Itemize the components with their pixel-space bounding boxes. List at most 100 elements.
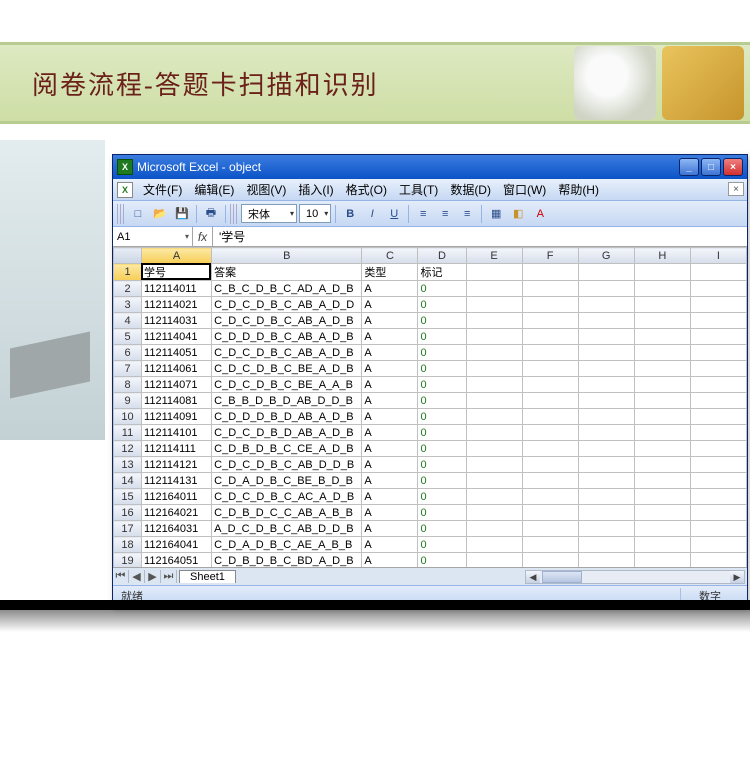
cell[interactable] bbox=[634, 409, 690, 425]
cell[interactable]: 0 bbox=[418, 553, 466, 568]
row-header[interactable]: 14 bbox=[114, 473, 142, 489]
cell[interactable] bbox=[690, 441, 746, 457]
cell[interactable] bbox=[634, 537, 690, 553]
cell[interactable] bbox=[634, 457, 690, 473]
bold-button[interactable]: B bbox=[340, 204, 360, 224]
cell[interactable]: A bbox=[362, 505, 418, 521]
cell[interactable] bbox=[466, 393, 522, 409]
cell[interactable]: 标记 bbox=[418, 264, 466, 281]
cell[interactable]: 112114091 bbox=[142, 409, 212, 425]
cell[interactable] bbox=[522, 329, 578, 345]
cell[interactable]: C_D_A_D_B_C_AE_A_B_B bbox=[212, 537, 362, 553]
cell[interactable]: 112114051 bbox=[142, 345, 212, 361]
cell[interactable] bbox=[466, 345, 522, 361]
cell[interactable] bbox=[522, 537, 578, 553]
fillcolor-button[interactable]: ◧ bbox=[508, 204, 528, 224]
cell[interactable]: 0 bbox=[418, 377, 466, 393]
row-header[interactable]: 5 bbox=[114, 329, 142, 345]
borders-button[interactable]: ▦ bbox=[486, 204, 506, 224]
cell[interactable] bbox=[522, 345, 578, 361]
hscrollbar[interactable]: ◀ ▶ bbox=[525, 570, 745, 584]
menu-window[interactable]: 窗口(W) bbox=[497, 179, 552, 200]
cell[interactable]: C_D_B_D_C_C_AB_A_B_B bbox=[212, 505, 362, 521]
cell[interactable] bbox=[466, 489, 522, 505]
cell[interactable]: 0 bbox=[418, 425, 466, 441]
cell[interactable] bbox=[690, 297, 746, 313]
cell[interactable]: 112114031 bbox=[142, 313, 212, 329]
cell[interactable] bbox=[634, 441, 690, 457]
col-header[interactable]: E bbox=[466, 248, 522, 264]
cell[interactable]: C_D_C_D_B_C_BE_A_D_B bbox=[212, 361, 362, 377]
cell[interactable] bbox=[466, 521, 522, 537]
menu-data[interactable]: 数据(D) bbox=[444, 179, 497, 200]
cell[interactable]: 0 bbox=[418, 521, 466, 537]
cell[interactable]: A bbox=[362, 441, 418, 457]
cell[interactable] bbox=[690, 361, 746, 377]
cell[interactable] bbox=[690, 409, 746, 425]
menu-tools[interactable]: 工具(T) bbox=[393, 179, 444, 200]
open-button[interactable]: 📂 bbox=[150, 204, 170, 224]
cell[interactable] bbox=[690, 425, 746, 441]
cell[interactable]: 0 bbox=[418, 441, 466, 457]
cell[interactable]: 答案 bbox=[212, 264, 362, 281]
cell[interactable] bbox=[634, 505, 690, 521]
cell[interactable]: 0 bbox=[418, 281, 466, 297]
cell[interactable] bbox=[690, 329, 746, 345]
cell[interactable] bbox=[466, 457, 522, 473]
cell[interactable]: 0 bbox=[418, 409, 466, 425]
fontcolor-button[interactable]: A bbox=[530, 204, 550, 224]
menu-format[interactable]: 格式(O) bbox=[340, 179, 393, 200]
cell[interactable] bbox=[690, 521, 746, 537]
sheet-tab[interactable]: Sheet1 bbox=[179, 570, 236, 583]
cell[interactable] bbox=[522, 393, 578, 409]
cell[interactable] bbox=[690, 489, 746, 505]
cell[interactable] bbox=[578, 345, 634, 361]
cell[interactable] bbox=[466, 281, 522, 297]
cell[interactable]: A bbox=[362, 345, 418, 361]
cell[interactable] bbox=[578, 553, 634, 568]
col-header[interactable]: H bbox=[634, 248, 690, 264]
cell[interactable]: 学号 bbox=[142, 264, 212, 281]
row-header[interactable]: 4 bbox=[114, 313, 142, 329]
cell[interactable]: C_D_C_D_B_D_AB_A_D_B bbox=[212, 425, 362, 441]
cell[interactable]: 112114061 bbox=[142, 361, 212, 377]
toolbar-grip-icon[interactable] bbox=[230, 204, 237, 224]
cell[interactable] bbox=[578, 425, 634, 441]
cell[interactable] bbox=[466, 313, 522, 329]
cell[interactable]: A bbox=[362, 473, 418, 489]
cell[interactable] bbox=[466, 537, 522, 553]
cell[interactable]: 0 bbox=[418, 473, 466, 489]
cell[interactable]: A bbox=[362, 313, 418, 329]
cell[interactable]: 112164051 bbox=[142, 553, 212, 568]
cell[interactable]: 0 bbox=[418, 297, 466, 313]
cell[interactable] bbox=[466, 297, 522, 313]
col-header[interactable]: F bbox=[522, 248, 578, 264]
cell[interactable] bbox=[634, 553, 690, 568]
cell[interactable] bbox=[634, 361, 690, 377]
cell[interactable] bbox=[466, 377, 522, 393]
cell[interactable] bbox=[634, 377, 690, 393]
titlebar[interactable]: X Microsoft Excel - object _ □ × bbox=[113, 155, 747, 179]
cell[interactable]: 112114011 bbox=[142, 281, 212, 297]
cell[interactable]: 112114021 bbox=[142, 297, 212, 313]
maximize-button[interactable]: □ bbox=[701, 158, 721, 176]
row-header[interactable]: 2 bbox=[114, 281, 142, 297]
cell[interactable] bbox=[578, 409, 634, 425]
cell[interactable] bbox=[522, 505, 578, 521]
cell[interactable] bbox=[634, 521, 690, 537]
cell[interactable] bbox=[522, 409, 578, 425]
cell[interactable]: C_D_D_D_B_D_AB_A_D_B bbox=[212, 409, 362, 425]
cell[interactable] bbox=[522, 297, 578, 313]
cell[interactable]: C_D_A_D_B_C_BE_B_D_B bbox=[212, 473, 362, 489]
row-header[interactable]: 9 bbox=[114, 393, 142, 409]
cell[interactable] bbox=[578, 441, 634, 457]
cell[interactable] bbox=[522, 521, 578, 537]
menu-file[interactable]: 文件(F) bbox=[137, 179, 188, 200]
cell[interactable]: 0 bbox=[418, 457, 466, 473]
cell[interactable] bbox=[578, 521, 634, 537]
tab-first-icon[interactable]: ⏮ bbox=[113, 570, 129, 583]
cell[interactable] bbox=[578, 329, 634, 345]
cell[interactable] bbox=[690, 505, 746, 521]
scroll-left-icon[interactable]: ◀ bbox=[526, 571, 540, 583]
cell[interactable] bbox=[522, 425, 578, 441]
